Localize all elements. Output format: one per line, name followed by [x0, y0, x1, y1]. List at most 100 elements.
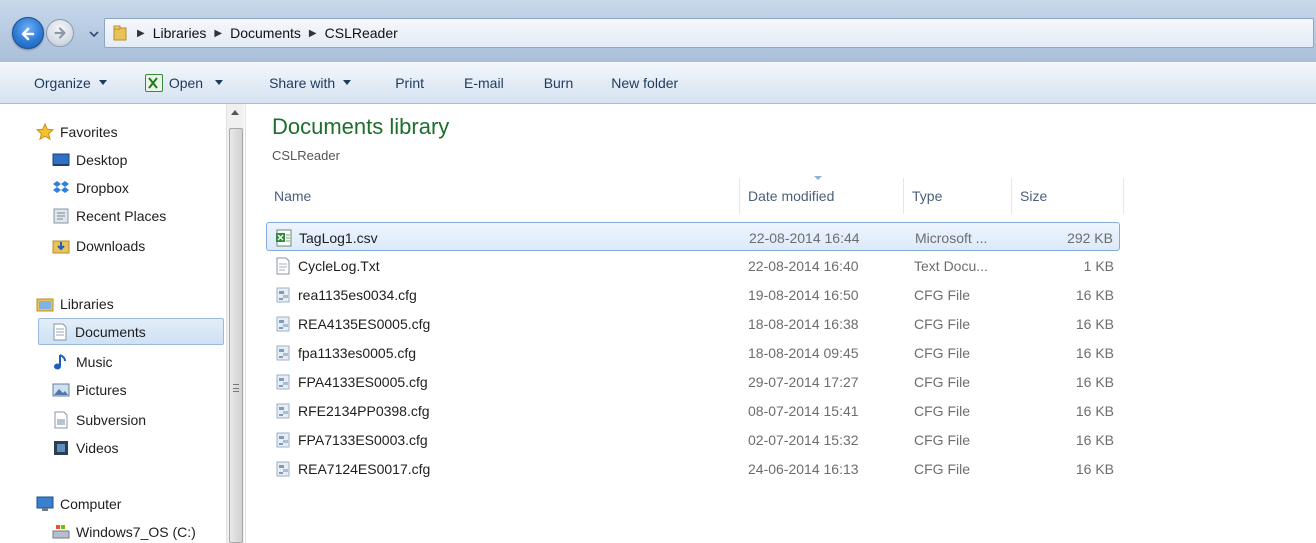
file-name-cell: RFE2134PP0398.cfg	[274, 396, 430, 425]
nav-videos-label: Videos	[76, 439, 119, 456]
file-row[interactable]: FPA7133ES0003.cfg 02-07-2014 15:32 CFG Fil…	[266, 425, 1120, 454]
nav-favorites[interactable]: Favorites	[36, 118, 118, 145]
nav-windows-os-drive[interactable]: Windows7_OS (C:)	[52, 518, 196, 543]
back-button[interactable]	[12, 17, 44, 49]
nav-windows-os-label: Windows7_OS (C:)	[76, 523, 196, 540]
recent-places-icon	[53, 208, 69, 223]
forward-arrow-icon	[54, 27, 66, 39]
file-date-modified: 02-07-2014 15:32	[748, 431, 859, 448]
email-label: E-mail	[464, 74, 504, 91]
file-size: 16 KB	[1075, 286, 1114, 303]
chevron-down-icon	[343, 80, 352, 85]
nav-recent-places-label: Recent Places	[76, 207, 167, 224]
computer-icon	[36, 496, 54, 511]
file-row[interactable]: REA7124ES0017.cfg 24-06-2014 16:13 CFG Fil…	[266, 454, 1120, 483]
breadcrumb-documents[interactable]: Documents	[230, 25, 301, 41]
breadcrumb-separator-icon[interactable]: ▶	[137, 28, 145, 39]
file-name: fpa1133es0005.cfg	[298, 344, 417, 361]
forward-button[interactable]	[46, 19, 74, 47]
file-size: 16 KB	[1075, 344, 1114, 361]
nav-documents[interactable]: Documents	[38, 318, 224, 345]
file-name: REA7124ES0017.cfg	[298, 460, 431, 477]
nav-videos[interactable]: Videos	[52, 434, 119, 461]
folder-icon	[113, 25, 127, 41]
videos-icon	[54, 440, 68, 455]
drive-icon	[52, 524, 70, 538]
nav-dropbox-label: Dropbox	[76, 179, 129, 196]
documents-icon	[53, 323, 67, 340]
scrollbar-thumb[interactable]	[229, 128, 243, 543]
nav-subversion-label: Subversion	[76, 411, 147, 428]
file-name-cell: REA4135ES0005.cfg	[274, 309, 430, 338]
column-header-type[interactable]: Type	[904, 178, 1012, 214]
file-type: CFG File	[914, 460, 970, 477]
file-size: 292 KB	[1067, 229, 1113, 246]
breadcrumb-separator-icon[interactable]: ▶	[309, 28, 317, 39]
nav-pictures[interactable]: Pictures	[52, 376, 127, 403]
file-row[interactable]: RFE2134PP0398.cfg 08-07-2014 15:41 CFG Fil…	[266, 396, 1120, 425]
music-icon	[54, 353, 66, 369]
file-type: CFG File	[914, 431, 970, 448]
file-name-cell: TagLog1.csv	[275, 223, 378, 252]
column-header-size[interactable]: Size	[1012, 178, 1124, 214]
file-row[interactable]: fpa1133es0005.cfg 18-08-2014 09:45 CFG Fil…	[266, 338, 1120, 367]
navigation-scrollbar[interactable]	[226, 104, 244, 543]
cfg-file-icon	[274, 460, 298, 478]
nav-favorites-label: Favorites	[60, 123, 118, 140]
organize-button[interactable]: Organize	[34, 69, 107, 97]
downloads-folder-icon	[52, 240, 70, 253]
libraries-icon	[36, 298, 54, 311]
nav-computer-label: Computer	[60, 495, 122, 512]
file-row[interactable]: CycleLog.Txt 22-08-2014 16:40 Text Docu...…	[266, 251, 1120, 280]
open-label: Open	[168, 74, 204, 91]
star-icon	[36, 122, 54, 140]
file-name: FPA7133ES0003.cfg	[298, 431, 428, 448]
breadcrumb-separator-icon[interactable]: ▶	[214, 28, 222, 39]
share-with-label: Share with	[269, 74, 336, 91]
file-type: Text Docu...	[914, 257, 988, 274]
nav-libraries[interactable]: Libraries	[36, 290, 114, 317]
share-with-button[interactable]: Share with	[269, 69, 352, 97]
breadcrumb-cslreader[interactable]: CSLReader	[325, 25, 398, 41]
nav-music[interactable]: Music	[52, 348, 113, 375]
nav-recent-places[interactable]: Recent Places	[52, 202, 166, 229]
column-header-date-modified[interactable]: Date modified	[740, 178, 904, 214]
breadcrumb-libraries[interactable]: Libraries	[153, 25, 207, 41]
file-name-cell: rea1135es0034.cfg	[274, 280, 417, 309]
file-name: rea1135es0034.cfg	[298, 286, 417, 303]
file-row[interactable]: REA4135ES0005.cfg 18-08-2014 16:38 CFG Fil…	[266, 309, 1120, 338]
file-name: REA4135ES0005.cfg	[298, 315, 431, 332]
file-row[interactable]: FPA4133ES0005.cfg 29-07-2014 17:27 CFG Fil…	[266, 367, 1120, 396]
desktop-icon	[52, 153, 70, 166]
file-row[interactable]: TagLog1.csv 22-08-2014 16:44 Microsoft ...…	[266, 222, 1120, 251]
nav-subversion[interactable]: Subversion	[52, 406, 146, 433]
recent-pages-dropdown[interactable]	[88, 28, 100, 40]
column-header-name[interactable]: Name	[266, 178, 740, 214]
nav-computer[interactable]: Computer	[36, 490, 121, 517]
file-type: CFG File	[914, 286, 970, 303]
cfg-file-icon	[274, 373, 298, 391]
nav-desktop[interactable]: Desktop	[52, 146, 127, 173]
file-date-modified: 22-08-2014 16:40	[748, 257, 859, 274]
file-type: Microsoft ...	[915, 229, 988, 246]
file-date-modified: 18-08-2014 09:45	[748, 344, 859, 361]
email-button[interactable]: E-mail	[464, 69, 504, 97]
file-size: 16 KB	[1075, 402, 1114, 419]
text-file-icon	[274, 257, 298, 275]
open-button[interactable]: Open	[144, 69, 224, 97]
dropbox-icon	[53, 180, 69, 193]
new-folder-button[interactable]: New folder	[611, 69, 678, 97]
file-name-cell: CycleLog.Txt	[274, 251, 380, 280]
nav-pictures-label: Pictures	[76, 381, 127, 398]
address-path-box[interactable]: ▶ Libraries ▶ Documents ▶ CSLReader	[104, 18, 1314, 48]
new-folder-label: New folder	[611, 74, 679, 91]
print-button[interactable]: Print	[395, 69, 424, 97]
nav-downloads[interactable]: Downloads	[52, 232, 145, 259]
file-row[interactable]: rea1135es0034.cfg 19-08-2014 16:50 CFG Fil…	[266, 280, 1120, 309]
scroll-up-arrow-icon[interactable]	[231, 110, 239, 115]
cfg-file-icon	[274, 402, 298, 420]
nav-documents-label: Documents	[75, 323, 146, 340]
nav-dropbox[interactable]: Dropbox	[52, 174, 129, 201]
file-name: FPA4133ES0005.cfg	[298, 373, 428, 390]
burn-button[interactable]: Burn	[544, 69, 574, 97]
